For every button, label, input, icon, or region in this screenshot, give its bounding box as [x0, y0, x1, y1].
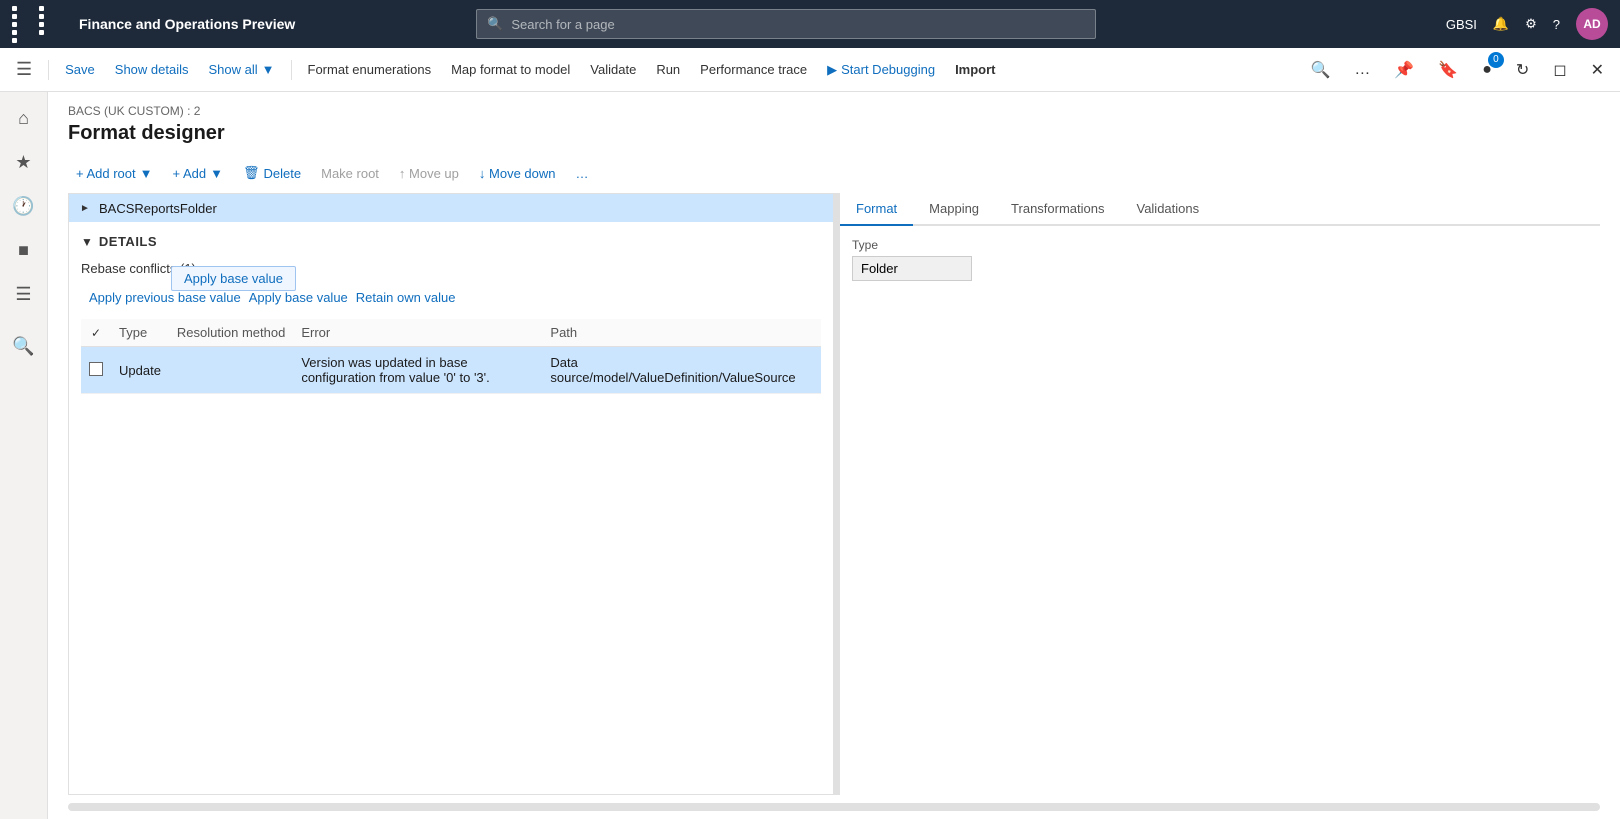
validate-button[interactable]: Validate [582, 58, 644, 81]
conflicts-table: ✓ Type Resolution method Error Path [81, 319, 821, 394]
details-collapse-icon[interactable]: ▼ [81, 235, 93, 249]
add-root-chevron: ▼ [140, 166, 153, 181]
row-checkbox[interactable] [89, 362, 103, 376]
sidebar-star-icon[interactable]: ★ [6, 144, 42, 180]
show-all-label: Show all [209, 62, 258, 77]
debug-icon: ▶ [827, 62, 837, 78]
settings-icon[interactable]: ⚙ [1525, 16, 1537, 32]
run-button[interactable]: Run [648, 58, 688, 81]
details-header: ▼ DETAILS [81, 234, 821, 249]
search-bar[interactable]: 🔍 [476, 9, 1096, 39]
add-button[interactable]: + Add ▼ [165, 162, 232, 185]
app-title: Finance and Operations Preview [79, 16, 295, 32]
select-all-check[interactable]: ✓ [89, 326, 103, 340]
breadcrumb: BACS (UK CUSTOM) : 2 [68, 104, 1600, 118]
toolbar-search-icon[interactable]: 🔍 [1302, 56, 1338, 84]
row-type: Update [111, 347, 169, 394]
toolbar-open-icon[interactable]: ◻ [1545, 56, 1574, 84]
table-row[interactable]: Update Version was updated in base confi… [81, 347, 821, 394]
main-toolbar: ☰ Save Show details Show all ▼ Format en… [0, 48, 1620, 92]
help-icon[interactable]: ? [1553, 17, 1560, 32]
tab-content-format: Type Folder [840, 226, 1600, 795]
right-panel: Format Mapping Transformations Validatio… [840, 193, 1600, 795]
performance-trace-button[interactable]: Performance trace [692, 58, 815, 81]
main-layout: ⌂ ★ 🕐 ■ ☰ 🔍 BACS (UK CUSTOM) : 2 Format … [0, 92, 1620, 819]
tab-transformations[interactable]: Transformations [995, 193, 1120, 226]
designer-content: + Add root ▼ + Add ▼ 🗑 Delete Make root … [48, 153, 1620, 819]
delete-button[interactable]: 🗑 Delete [235, 161, 309, 185]
add-chevron: ▼ [210, 166, 223, 181]
toolbar-more-icon[interactable]: … [1346, 56, 1378, 84]
col-type: Type [111, 319, 169, 347]
sidebar-list-icon[interactable]: ☰ [6, 276, 42, 312]
notification-badge-wrap: ● 0 [1474, 56, 1500, 84]
sidebar-recent-icon[interactable]: 🕐 [6, 188, 42, 224]
sep1 [48, 60, 49, 80]
add-root-button[interactable]: + Add root ▼ [68, 162, 161, 185]
col-resolution: Resolution method [169, 319, 293, 347]
content-area: BACS (UK CUSTOM) : 2 Format designer + A… [48, 92, 1620, 819]
row-path: Data source/model/ValueDefinition/ValueS… [542, 347, 821, 394]
map-format-button[interactable]: Map format to model [443, 58, 578, 81]
start-debugging-button[interactable]: ▶ Start Debugging [819, 58, 943, 82]
apply-previous-base-value-button[interactable]: Apply previous base value [89, 288, 241, 307]
left-sidebar: ⌂ ★ 🕐 ■ ☰ 🔍 [0, 92, 48, 819]
move-down-button[interactable]: ↓ Move down [471, 162, 564, 185]
col-error: Error [293, 319, 542, 347]
page-header: BACS (UK CUSTOM) : 2 Format designer [48, 92, 1620, 153]
show-details-button[interactable]: Show details [107, 58, 197, 81]
type-value: Folder [852, 256, 972, 281]
sidebar-workspace-icon[interactable]: ■ [6, 232, 42, 268]
org-code[interactable]: GBSI [1446, 17, 1477, 32]
move-up-button[interactable]: ↑ Move up [391, 162, 467, 185]
more-actions-button[interactable]: … [568, 162, 597, 185]
app-grid-icon[interactable] [12, 6, 63, 43]
notification-badge: 0 [1488, 52, 1504, 68]
save-button[interactable]: Save [57, 58, 103, 81]
toolbar-refresh-icon[interactable]: ↻ [1508, 56, 1537, 84]
conflict-actions: Apply base value Apply previous base val… [81, 288, 821, 307]
show-all-button[interactable]: Show all ▼ [201, 58, 283, 81]
retain-own-value-button[interactable]: Retain own value [356, 288, 456, 307]
tree-expand-icon: ► [77, 200, 93, 216]
toolbar-pin-icon[interactable]: 📌 [1386, 56, 1422, 84]
tab-format[interactable]: Format [840, 193, 913, 226]
delete-icon: 🗑 [243, 165, 260, 181]
tree-item-bacs[interactable]: ► BACSReportsFolder [69, 194, 833, 222]
tab-validations[interactable]: Validations [1120, 193, 1215, 226]
tab-bar: Format Mapping Transformations Validatio… [840, 193, 1600, 226]
horizontal-scrollbar[interactable] [68, 803, 1600, 811]
toolbar-bookmark-icon[interactable]: 🔖 [1430, 56, 1466, 84]
split-view: ► BACSReportsFolder ▼ DETAILS Rebase con… [68, 193, 1600, 795]
apply-base-value-button[interactable]: Apply base value [249, 288, 348, 307]
show-all-chevron: ▼ [262, 62, 275, 77]
col-resolved-check: ✓ [81, 319, 111, 347]
row-resolution [169, 347, 293, 394]
format-enumerations-button[interactable]: Format enumerations [300, 58, 440, 81]
table-header-row: ✓ Type Resolution method Error Path [81, 319, 821, 347]
row-checkbox-cell [81, 347, 111, 394]
row-error: Version was updated in base configuratio… [293, 347, 542, 394]
make-root-button[interactable]: Make root [313, 162, 387, 185]
search-input[interactable] [511, 17, 1085, 32]
details-section: ▼ DETAILS Rebase conflicts (1) Apply bas… [69, 222, 833, 406]
sep2 [291, 60, 292, 80]
notification-icon[interactable]: 🔔 [1493, 16, 1509, 32]
toolbar-right: 🔍 … 📌 🔖 ● 0 ↻ ◻ ✕ [1302, 56, 1612, 84]
top-navigation: Finance and Operations Preview 🔍 GBSI 🔔 … [0, 0, 1620, 48]
import-button[interactable]: Import [947, 58, 1003, 81]
user-avatar[interactable]: AD [1576, 8, 1608, 40]
action-toolbar: + Add root ▼ + Add ▼ 🗑 Delete Make root … [68, 153, 1600, 193]
sidebar-home-icon[interactable]: ⌂ [6, 100, 42, 136]
toolbar-close-icon[interactable]: ✕ [1583, 56, 1612, 84]
page-title: Format designer [68, 122, 1600, 145]
hamburger-icon[interactable]: ☰ [8, 55, 40, 84]
tab-mapping[interactable]: Mapping [913, 193, 995, 226]
top-nav-right: GBSI 🔔 ⚙ ? AD [1446, 8, 1608, 40]
tree-panel: ► BACSReportsFolder ▼ DETAILS Rebase con… [68, 193, 834, 795]
search-icon: 🔍 [487, 16, 503, 32]
sidebar-filter-icon[interactable]: 🔍 [6, 328, 42, 364]
col-path: Path [542, 319, 821, 347]
apply-base-value-tooltip: Apply base value [171, 266, 296, 291]
